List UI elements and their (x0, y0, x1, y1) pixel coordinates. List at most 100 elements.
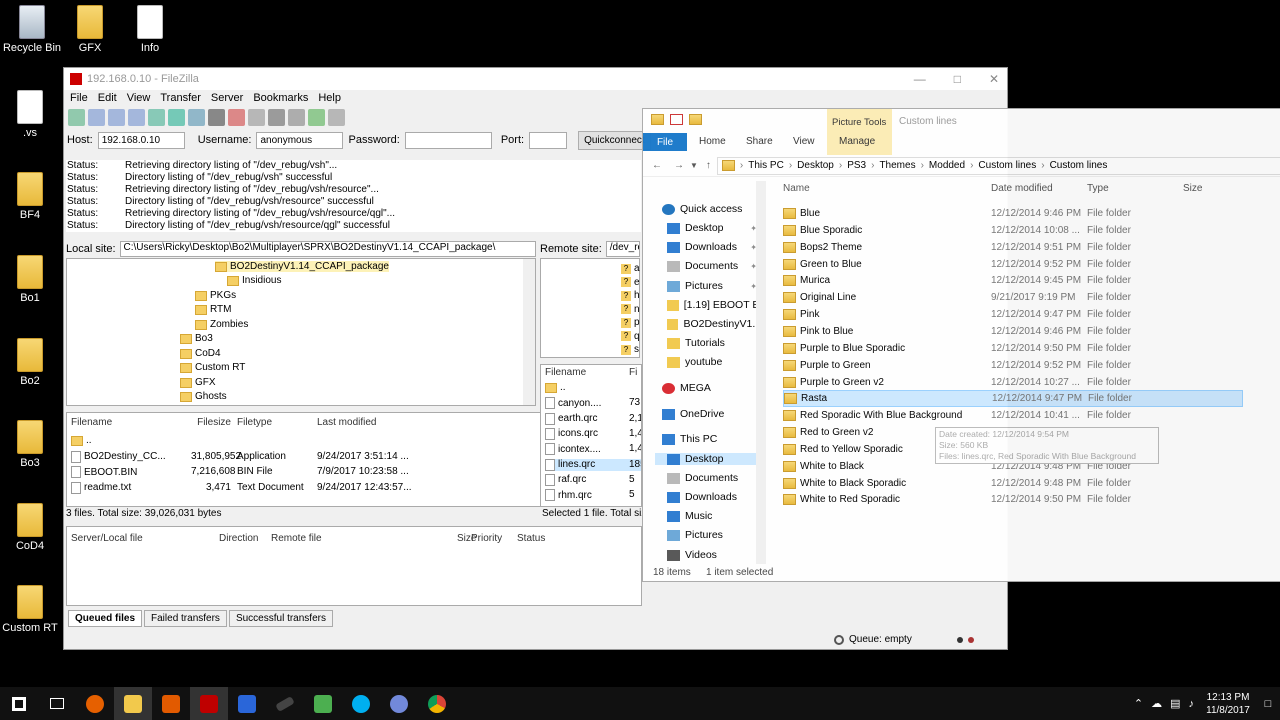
nav-item[interactable]: Downloads (667, 491, 757, 503)
desktop-icon-7[interactable]: Bo3 (0, 420, 60, 469)
reconnect-icon[interactable] (248, 108, 265, 126)
search-icon[interactable] (288, 108, 305, 126)
cloud-icon[interactable]: ☁ (1151, 697, 1162, 710)
clock[interactable]: 12:13 PM 11/8/2017 (1200, 691, 1256, 717)
nav-item[interactable]: Downloads ✦ (667, 241, 757, 253)
nav-item[interactable]: Quick access (662, 203, 757, 215)
desktop-icon-6[interactable]: Bo2 (0, 338, 60, 387)
local-tree-item[interactable]: Bo3 (180, 333, 213, 344)
local-tree-item[interactable]: BO2DestinyV1.14_CCAPI_package (215, 261, 389, 272)
taskbar-office[interactable] (152, 687, 190, 720)
name-column-header[interactable]: Name (783, 183, 991, 194)
local-tree-item[interactable]: Ghosts (180, 391, 227, 402)
taskbar-discord[interactable] (380, 687, 418, 720)
breadcrumb-item[interactable]: Desktop (797, 160, 834, 171)
file-row[interactable]: Blue Sporadic 12/12/2014 10:08 ... File fo… (783, 222, 1243, 239)
local-tree-item[interactable]: CoD4 (180, 348, 221, 359)
remote-tree-item[interactable]: ? p (621, 317, 640, 328)
nav-item[interactable]: [1.19] EBOOT Bu (667, 299, 757, 311)
remote-file-row[interactable]: icons.qrc 1,431 (545, 427, 641, 440)
breadcrumb[interactable]: › This PC › Desktop › PS3 › Themes › Modded › Custo… (716, 156, 1280, 175)
nav-item[interactable]: MEGA (662, 382, 757, 394)
file-tab[interactable]: File (643, 133, 687, 151)
port-input[interactable] (529, 131, 568, 149)
remote-tree-item[interactable]: ? s (621, 344, 639, 355)
file-row[interactable]: White to Red Sporadic 12/12/2014 9:50 PM F… (783, 491, 1243, 508)
local-file-row[interactable]: EBOOT.BIN 7,216,608 BIN File 7/9/2017 10:23… (71, 466, 431, 478)
directory-listing-icon[interactable] (268, 108, 285, 126)
queue-col-header[interactable]: Status (517, 533, 577, 544)
remote-file-row[interactable]: raf.qrc 5 (545, 473, 635, 486)
desktop-icon-8[interactable]: CoD4 (0, 503, 60, 552)
nav-scrollbar[interactable] (756, 181, 766, 564)
toggle-log-icon[interactable] (88, 108, 105, 126)
nav-item[interactable]: Documents (667, 472, 757, 484)
queue-tab-2[interactable]: Successful transfers (228, 610, 333, 627)
task-view-button[interactable] (38, 687, 76, 720)
manage-tab[interactable]: Manage (839, 136, 875, 147)
nav-item[interactable]: This PC (662, 433, 757, 445)
share-tab[interactable]: Share (746, 136, 773, 147)
local-tree[interactable]: BO2DestinyV1.14_CCAPI_package Insidious PK… (66, 258, 536, 406)
date-column-header[interactable]: Date modified (991, 183, 1087, 194)
file-row[interactable]: Rasta 12/12/2014 9:47 PM File folder (783, 390, 1243, 408)
menu-item-file[interactable]: File (70, 92, 88, 104)
minimize-icon[interactable]: — (914, 72, 926, 86)
breadcrumb-item[interactable]: This PC (748, 160, 784, 171)
remote-file-row[interactable]: canyon.... 73 (545, 397, 640, 410)
nav-item[interactable]: Pictures (667, 529, 757, 541)
cancel-icon[interactable] (208, 108, 225, 126)
remote-site-input[interactable]: /dev_reb (605, 241, 640, 257)
menu-item-edit[interactable]: Edit (98, 92, 117, 104)
remote-file-row[interactable]: earth.qrc 2,147 (545, 412, 641, 425)
refresh-icon[interactable] (168, 108, 185, 126)
desktop-icon-9[interactable]: Custom RT (0, 585, 60, 634)
queue-tab-1[interactable]: Failed transfers (144, 610, 227, 627)
start-button[interactable] (0, 687, 38, 720)
toggle-queue-icon[interactable] (148, 108, 165, 126)
nav-item[interactable]: Desktop (655, 453, 757, 465)
taskbar-skype[interactable] (342, 687, 380, 720)
properties-icon[interactable] (670, 114, 683, 125)
file-row[interactable]: Red Sporadic With Blue Background 12/12/2… (783, 407, 1243, 424)
queue-tab-0[interactable]: Queued files (68, 610, 143, 627)
remote-tree-item[interactable]: ? h (621, 290, 640, 301)
nav-item[interactable]: Tutorials (667, 337, 757, 349)
queue-col-header[interactable]: Priority (471, 533, 513, 544)
toggle-remote-icon[interactable] (128, 108, 145, 126)
view-tab[interactable]: View (793, 136, 815, 147)
taskbar-filezilla[interactable] (190, 687, 228, 720)
menu-item-view[interactable]: View (127, 92, 151, 104)
taskbar-explorer[interactable] (114, 687, 152, 720)
type-column-header[interactable]: Type (1087, 183, 1183, 194)
disconnect-icon[interactable] (228, 108, 245, 126)
chevron-down-icon[interactable]: ▼ (690, 161, 698, 170)
queue-col-header[interactable]: Size (457, 533, 476, 544)
taskbar-chrome[interactable] (418, 687, 456, 720)
remote-col-header[interactable]: Fi (629, 367, 641, 378)
nav-item[interactable]: Desktop ✦ (667, 222, 757, 234)
binoculars-icon[interactable] (328, 108, 345, 126)
local-file-row[interactable]: .. (71, 435, 431, 446)
file-row[interactable]: Pink to Blue 12/12/2014 9:46 PM File folde… (783, 323, 1243, 340)
nav-item[interactable]: Documents ✦ (667, 260, 757, 272)
folder-icon[interactable] (651, 114, 664, 125)
local-file-row[interactable]: readme.txt 3,471 Text Document 9/24/2017 12… (71, 481, 431, 494)
local-col-header[interactable]: Filetype (231, 417, 311, 428)
file-row[interactable]: Purple to Blue Sporadic 12/12/2014 9:50 P… (783, 340, 1243, 357)
local-col-header[interactable]: Filesize (191, 417, 231, 428)
gear-icon[interactable] (834, 634, 844, 645)
desktop-icon-0[interactable]: Recycle Bin (2, 5, 62, 54)
quickconnect-button[interactable]: Quickconnect (578, 130, 651, 150)
remote-file-row[interactable]: lines.qrc 185 (545, 458, 641, 471)
back-icon[interactable]: ← (652, 160, 662, 171)
remote-file-row[interactable]: rhm.qrc 5 (545, 489, 635, 502)
local-tree-item[interactable]: GFX (180, 377, 216, 388)
desktop-icon-2[interactable]: Info (120, 5, 180, 54)
size-column-header[interactable]: Size (1183, 183, 1243, 194)
nav-item[interactable]: Pictures ✦ (667, 280, 757, 292)
local-tree-scrollbar[interactable] (523, 259, 535, 405)
nav-item[interactable]: Videos (667, 549, 757, 561)
forward-icon[interactable]: → (674, 160, 684, 171)
remote-tree-item[interactable]: ? n (621, 304, 640, 315)
